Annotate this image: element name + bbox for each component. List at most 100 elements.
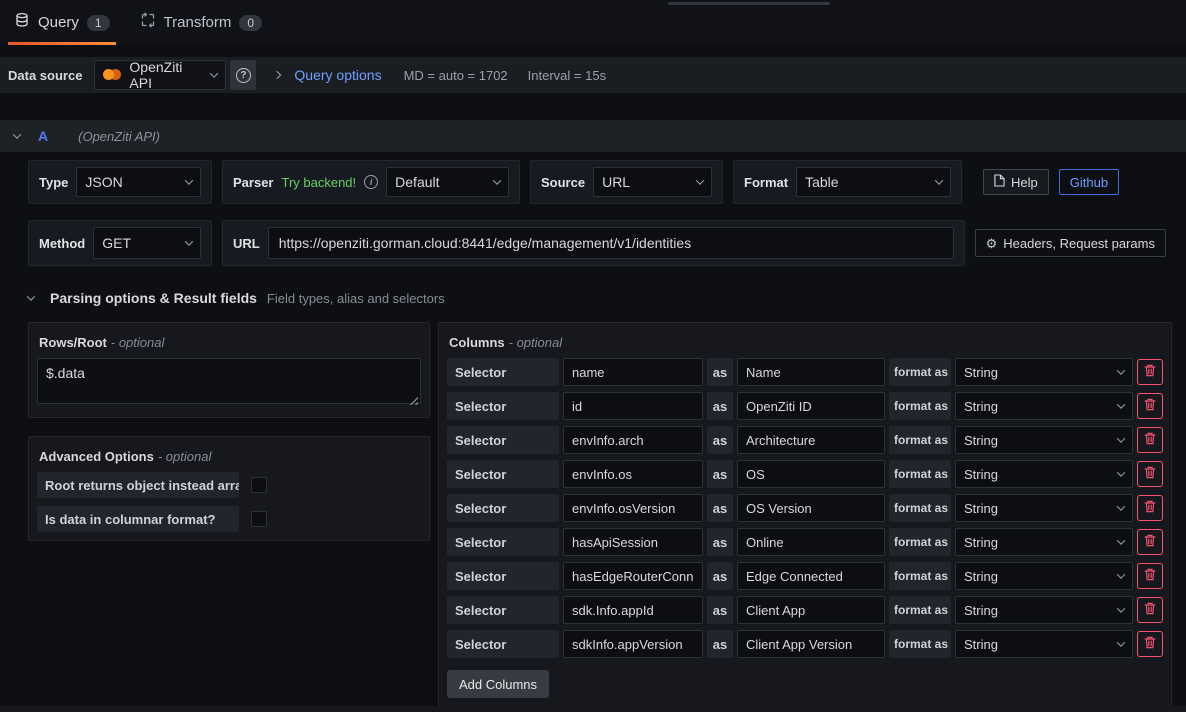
source-field-group: Source URL <box>530 160 723 204</box>
column-format-select[interactable]: String <box>955 562 1133 590</box>
format-select-value: Table <box>805 174 838 190</box>
selector-label: Selector <box>447 596 559 624</box>
delete-column-button[interactable] <box>1137 427 1163 453</box>
github-button[interactable]: Github <box>1059 169 1119 195</box>
chevron-down-icon <box>210 69 218 77</box>
query-options-link[interactable]: Query options <box>294 67 381 83</box>
parsing-options-section-header[interactable]: Parsing options & Result fields Field ty… <box>28 286 1166 310</box>
column-row: Selector as format as String <box>447 392 1163 420</box>
delete-column-button[interactable] <box>1137 495 1163 521</box>
selector-input[interactable] <box>563 630 703 658</box>
trash-icon <box>1144 568 1156 584</box>
delete-column-button[interactable] <box>1137 597 1163 623</box>
chevron-down-icon <box>1117 366 1125 374</box>
datasource-label: Data source <box>8 68 82 83</box>
column-row: Selector as format as String <box>447 528 1163 556</box>
alias-input[interactable] <box>737 460 885 488</box>
url-input[interactable] <box>268 227 954 259</box>
datasource-bar: Data source OpenZiti API ? Query options… <box>0 57 1186 93</box>
delete-column-button[interactable] <box>1137 359 1163 385</box>
alias-input[interactable] <box>737 562 885 590</box>
section-title: Parsing options & Result fields <box>50 290 257 306</box>
as-label: as <box>707 562 733 590</box>
chevron-down-icon <box>1117 536 1125 544</box>
format-select-main[interactable]: Table <box>796 167 951 197</box>
selector-input[interactable] <box>563 528 703 556</box>
delete-column-button[interactable] <box>1137 529 1163 555</box>
column-row: Selector as format as String <box>447 630 1163 658</box>
type-select[interactable]: JSON <box>76 167 201 197</box>
datasource-help-button[interactable]: ? <box>230 60 256 90</box>
type-select-value: JSON <box>85 174 122 190</box>
query-row-header[interactable]: A (OpenZiti API) <box>0 120 1186 152</box>
advanced-option-label: Is data in columnar format? <box>37 506 239 532</box>
column-format-select[interactable]: String <box>955 528 1133 556</box>
column-format-select[interactable]: String <box>955 596 1133 624</box>
rows-root-input[interactable]: $.data <box>37 358 421 404</box>
column-format-select[interactable]: String <box>955 494 1133 522</box>
as-label: as <box>707 494 733 522</box>
type-field-group: Type JSON <box>28 160 212 204</box>
column-format-select[interactable]: String <box>955 392 1133 420</box>
query-meta-row: Type JSON Parser Try backend! i Default … <box>28 160 1166 204</box>
as-label: as <box>707 426 733 454</box>
delete-column-button[interactable] <box>1137 461 1163 487</box>
trash-icon <box>1144 602 1156 618</box>
chevron-down-icon <box>1117 400 1125 408</box>
chevron-down-icon <box>1117 502 1125 510</box>
delete-column-button[interactable] <box>1137 393 1163 419</box>
help-button-label: Help <box>1011 175 1038 190</box>
info-circle-icon: i <box>364 175 378 189</box>
selector-input[interactable] <box>563 460 703 488</box>
selector-input[interactable] <box>563 358 703 386</box>
method-select[interactable]: GET <box>93 227 201 259</box>
trash-icon <box>1144 466 1156 482</box>
alias-input[interactable] <box>737 494 885 522</box>
datasource-picker[interactable]: OpenZiti API <box>94 60 226 90</box>
column-format-select[interactable]: String <box>955 358 1133 386</box>
selector-input[interactable] <box>563 426 703 454</box>
column-format-select[interactable]: String <box>955 630 1133 658</box>
document-icon <box>994 174 1005 190</box>
interval-stat: Interval = 15s <box>528 68 606 83</box>
format-as-label: format as <box>889 630 951 658</box>
source-select[interactable]: URL <box>593 167 712 197</box>
column-format-select[interactable]: String <box>955 426 1133 454</box>
format-as-label: format as <box>889 426 951 454</box>
tab-query[interactable]: Query 1 <box>8 0 116 45</box>
advanced-option-rows: Root returns object instead array? Is da… <box>37 472 421 532</box>
tab-transform-label: Transform <box>164 14 232 31</box>
column-format-value: String <box>964 467 998 482</box>
rows-root-title-text: Rows/Root <box>39 335 107 350</box>
selector-input[interactable] <box>563 562 703 590</box>
column-format-select[interactable]: String <box>955 460 1133 488</box>
parser-select[interactable]: Default <box>386 167 509 197</box>
advanced-option-checkbox[interactable] <box>251 477 267 493</box>
alias-input[interactable] <box>737 426 885 454</box>
tab-transform[interactable]: Transform 0 <box>134 0 268 45</box>
add-columns-button[interactable]: Add Columns <box>447 670 549 698</box>
headers-request-params-button[interactable]: ⚙ Headers, Request params <box>975 229 1166 257</box>
advanced-options-title: Advanced Options- optional <box>39 449 421 464</box>
selector-input[interactable] <box>563 392 703 420</box>
trash-icon <box>1144 432 1156 448</box>
alias-input[interactable] <box>737 392 885 420</box>
pane-resize-handle[interactable] <box>668 2 830 5</box>
parser-label: Parser <box>233 175 273 190</box>
format-as-label: format as <box>889 596 951 624</box>
selector-input[interactable] <box>563 494 703 522</box>
delete-column-button[interactable] <box>1137 631 1163 657</box>
trash-icon <box>1144 364 1156 380</box>
selector-input[interactable] <box>563 596 703 624</box>
alias-input[interactable] <box>737 596 885 624</box>
alias-input[interactable] <box>737 528 885 556</box>
columns-optional: - optional <box>509 335 562 350</box>
as-label: as <box>707 358 733 386</box>
transform-icon <box>140 12 156 33</box>
delete-column-button[interactable] <box>1137 563 1163 589</box>
alias-input[interactable] <box>737 630 885 658</box>
advanced-option-checkbox[interactable] <box>251 511 267 527</box>
chevron-down-icon <box>935 176 943 184</box>
help-button[interactable]: Help <box>983 169 1049 195</box>
alias-input[interactable] <box>737 358 885 386</box>
